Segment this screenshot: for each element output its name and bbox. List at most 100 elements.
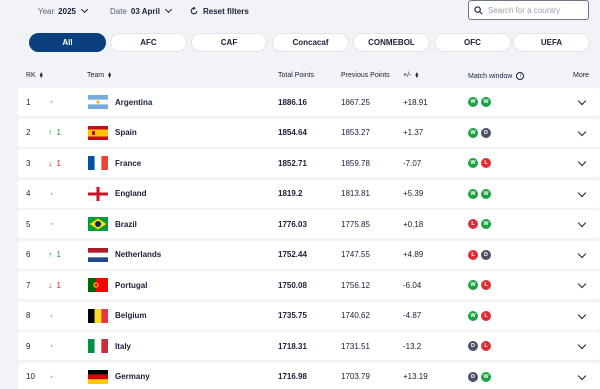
rank-movement: • bbox=[50, 180, 53, 208]
table-row[interactable]: 3 ↓ 1 France 1852.71 1859.78 -7.07 WL bbox=[18, 149, 600, 177]
rank-movement: • bbox=[50, 332, 53, 360]
chevron-down-icon[interactable] bbox=[577, 188, 587, 197]
tab-caf[interactable]: CAF bbox=[191, 33, 267, 52]
chevron-down-icon[interactable] bbox=[577, 279, 587, 289]
search-box[interactable] bbox=[468, 0, 589, 20]
result-badge: L bbox=[481, 280, 491, 290]
result-badge: W bbox=[481, 371, 491, 382]
total-points: 1886.16 bbox=[278, 97, 307, 107]
table-row[interactable]: 10 • Germany 1716.98 1703.79 +13.19 DW bbox=[18, 362, 600, 389]
filter-bar: Year 2025 Date 03 April Reset filters bbox=[0, 0, 600, 25]
reset-filters-button[interactable]: Reset filters bbox=[190, 4, 249, 18]
match-window: LW bbox=[468, 210, 494, 238]
date-label: Date bbox=[110, 6, 127, 16]
tab-afc[interactable]: AFC bbox=[110, 33, 187, 52]
team-name[interactable]: Portugal bbox=[115, 271, 147, 299]
previous-points: 1740.62 bbox=[341, 311, 370, 320]
result-badge: L bbox=[481, 341, 491, 351]
result-badge: D bbox=[481, 127, 491, 138]
team-name[interactable]: Spain bbox=[115, 119, 137, 147]
table-row[interactable]: 9 • Italy 1718.31 1731.51 -13.2 DL bbox=[18, 332, 600, 360]
column-previous-points-label: Previous Points bbox=[341, 72, 390, 79]
team-name[interactable]: Argentina bbox=[115, 88, 152, 116]
column-rk[interactable]: RK ▲ ▼ bbox=[26, 71, 44, 79]
result-badge: W bbox=[468, 310, 478, 321]
chevron-down-icon bbox=[80, 5, 89, 14]
team-name[interactable]: Brazil bbox=[115, 210, 137, 238]
column-total-points[interactable]: Total Points bbox=[278, 72, 314, 79]
rank-cell: 1 bbox=[26, 97, 31, 107]
points-diff: -7.07 bbox=[403, 158, 422, 168]
rank-cell: 10 bbox=[26, 372, 35, 381]
rank-cell: 8 bbox=[26, 311, 31, 320]
chevron-down-icon[interactable] bbox=[577, 96, 587, 106]
points-diff: +1.37 bbox=[403, 128, 424, 137]
chevron-down-icon bbox=[164, 5, 172, 14]
chevron-down-icon[interactable] bbox=[577, 218, 587, 228]
tab-ofc[interactable]: OFC bbox=[434, 33, 511, 52]
italy-flag bbox=[88, 339, 108, 353]
search-input[interactable] bbox=[488, 5, 583, 15]
no-change-icon: • bbox=[50, 310, 54, 321]
team-name[interactable]: Netherlands bbox=[115, 241, 161, 269]
column-diff-label: +/- bbox=[403, 72, 412, 79]
date-dropdown[interactable]: Date 03 April bbox=[110, 4, 172, 18]
points-diff: +5.39 bbox=[403, 189, 424, 198]
year-label: Year bbox=[38, 6, 55, 16]
arrow-up-icon: ↑ bbox=[48, 250, 52, 259]
tab-all[interactable]: All bbox=[29, 33, 106, 52]
rank-cell: 7 bbox=[26, 280, 31, 290]
arrow-up-icon: ↑ bbox=[48, 128, 52, 137]
team-name[interactable]: England bbox=[115, 180, 147, 208]
rank-movement: ↓ 1 bbox=[48, 149, 61, 177]
chevron-down-icon[interactable] bbox=[577, 127, 587, 136]
table-row[interactable]: 7 ↓ 1 Portugal 1750.08 1756.12 -6.04 WL bbox=[18, 271, 600, 299]
chevron-down-icon[interactable] bbox=[577, 310, 587, 319]
previous-points: 1859.78 bbox=[341, 158, 370, 168]
team-name[interactable]: Belgium bbox=[115, 302, 147, 330]
tab-uefa[interactable]: UEFA bbox=[513, 33, 590, 52]
table-row[interactable]: 1 • Argentina 1886.16 1867.25 +18.91 WW bbox=[18, 88, 600, 116]
table-row[interactable]: 4 • England 1819.2 1813.81 +5.39 WW bbox=[18, 179, 600, 208]
team-name[interactable]: Germany bbox=[115, 363, 150, 389]
column-diff[interactable]: +/- ▲ ▼ bbox=[403, 70, 420, 80]
result-badge: W bbox=[468, 158, 478, 168]
reset-filters-label: Reset filters bbox=[203, 6, 249, 16]
germany-flag bbox=[88, 369, 108, 384]
points-diff: +4.89 bbox=[403, 250, 424, 259]
chevron-down-icon[interactable] bbox=[577, 157, 587, 167]
table-header: RK ▲ ▼ Team ▲ ▼ Total Points Previous Poin… bbox=[0, 70, 600, 84]
table-row[interactable]: 6 ↑ 1 Netherlands 1752.44 1747.55 +4.89 … bbox=[18, 240, 600, 269]
argentina-flag bbox=[88, 95, 108, 109]
belgium-flag bbox=[88, 308, 108, 323]
no-change-icon: • bbox=[50, 341, 54, 351]
movement-value: 1 bbox=[56, 158, 61, 168]
match-window: WL bbox=[468, 271, 494, 299]
total-points: 1752.44 bbox=[278, 250, 307, 259]
chevron-down-icon[interactable] bbox=[577, 340, 587, 350]
sort-icon: ▲ ▼ bbox=[414, 70, 420, 80]
rank-movement: • bbox=[50, 363, 53, 389]
total-points: 1750.08 bbox=[278, 280, 307, 290]
total-points: 1716.98 bbox=[278, 372, 307, 381]
points-diff: -6.04 bbox=[403, 280, 422, 290]
chevron-down-icon[interactable] bbox=[577, 371, 587, 380]
table-row[interactable]: 5 • Brazil 1776.03 1775.85 +0.18 LW bbox=[18, 210, 600, 238]
info-icon[interactable]: i bbox=[516, 72, 525, 80]
result-badge: D bbox=[468, 341, 478, 351]
year-dropdown[interactable]: Year 2025 bbox=[38, 4, 89, 18]
chevron-down-icon[interactable] bbox=[577, 249, 587, 258]
rank-movement: ↓ 1 bbox=[48, 271, 61, 299]
movement-value: 1 bbox=[56, 280, 61, 290]
column-previous-points[interactable]: Previous Points bbox=[341, 72, 390, 79]
table-row[interactable]: 8 • Belgium 1735.75 1740.62 -4.87 WL bbox=[18, 301, 600, 330]
team-name[interactable]: Italy bbox=[115, 332, 131, 360]
column-team[interactable]: Team ▲ ▼ bbox=[87, 71, 112, 79]
team-name[interactable]: France bbox=[115, 149, 141, 177]
result-badge: W bbox=[481, 188, 491, 199]
tab-concacaf[interactable]: Concacaf bbox=[272, 33, 349, 52]
table-row[interactable]: 2 ↑ 1 Spain 1854.64 1853.27 +1.37 WD bbox=[18, 118, 600, 147]
match-window: WW bbox=[468, 180, 494, 208]
netherlands-flag bbox=[88, 247, 108, 262]
tab-conmebol[interactable]: CONMEBOL bbox=[353, 33, 430, 52]
